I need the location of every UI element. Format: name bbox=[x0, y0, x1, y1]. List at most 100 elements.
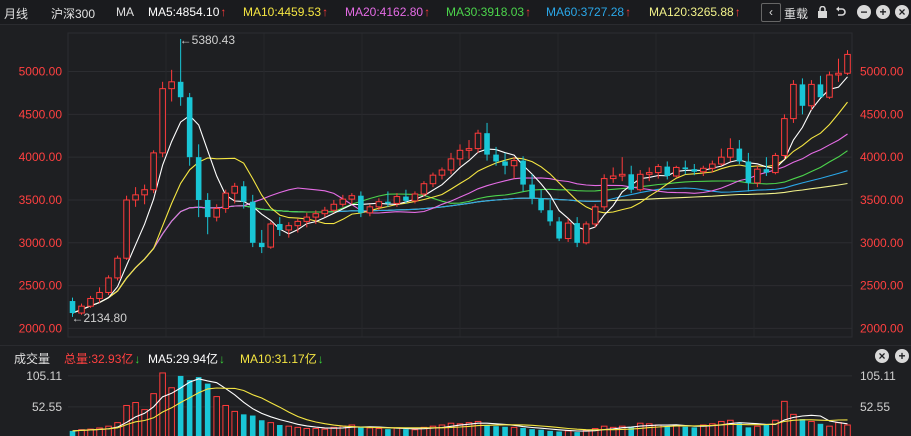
candle bbox=[636, 170, 644, 192]
candle bbox=[844, 50, 851, 75]
candle bbox=[817, 75, 824, 98]
candle-body bbox=[618, 173, 626, 177]
volume-ma5: MA5:29.94亿↓ bbox=[148, 352, 226, 366]
volume-bar bbox=[718, 420, 725, 436]
volume-total: 总量:32.93亿↓ bbox=[64, 352, 141, 366]
volume-bar bbox=[411, 429, 419, 436]
candle bbox=[538, 189, 544, 213]
volume-bar bbox=[736, 423, 743, 436]
candle bbox=[718, 148, 725, 166]
volume-bar bbox=[763, 424, 770, 436]
low-annotation: ←2134.80 bbox=[72, 311, 128, 325]
chevron-left-icon[interactable]: ‹ bbox=[761, 3, 781, 22]
candle-body bbox=[844, 53, 851, 74]
candle bbox=[366, 204, 374, 217]
lock-icon[interactable] bbox=[814, 4, 830, 20]
candle-body bbox=[358, 195, 364, 213]
add-indicator-icon[interactable]: + bbox=[895, 349, 909, 363]
candle-body bbox=[502, 161, 508, 166]
candle-body bbox=[438, 169, 446, 176]
candle bbox=[474, 129, 482, 153]
candle-body bbox=[204, 199, 211, 218]
candle bbox=[87, 295, 94, 308]
candle bbox=[700, 165, 707, 177]
zoom-in-icon[interactable]: + bbox=[876, 5, 890, 19]
candle-body bbox=[222, 192, 229, 210]
zoom-out-icon[interactable]: − bbox=[857, 5, 871, 19]
candle-body bbox=[727, 148, 734, 158]
candle-body bbox=[772, 154, 779, 174]
candle bbox=[556, 217, 562, 242]
volume-bar bbox=[672, 425, 680, 436]
candle-body bbox=[709, 163, 716, 169]
volume-bar bbox=[817, 423, 824, 436]
candle-body bbox=[105, 277, 112, 293]
candle-body bbox=[375, 201, 383, 208]
candle-body bbox=[447, 158, 455, 171]
candle-body bbox=[591, 206, 599, 225]
volume-grid bbox=[68, 375, 852, 408]
volume-tick-label: 105.11 bbox=[26, 369, 62, 383]
candle-body bbox=[781, 118, 788, 156]
candle-body bbox=[168, 81, 175, 90]
restore-button[interactable]: 重载 bbox=[784, 5, 808, 22]
candle bbox=[664, 161, 671, 180]
high-annotation: ←5380.43 bbox=[180, 33, 236, 47]
volume-bar bbox=[249, 415, 256, 436]
price-tick-label: 5000.00 bbox=[860, 65, 904, 79]
volume-bar bbox=[258, 420, 265, 436]
candle-body bbox=[240, 186, 247, 202]
candle-body bbox=[564, 222, 572, 240]
volume-bar bbox=[727, 419, 734, 436]
candle bbox=[727, 138, 734, 162]
volume-bar bbox=[564, 430, 572, 436]
close-chart-icon[interactable]: × bbox=[895, 5, 909, 19]
candle-body bbox=[403, 196, 409, 201]
candle-body bbox=[429, 174, 437, 185]
candle bbox=[520, 156, 526, 192]
price-tick-label: 2000.00 bbox=[19, 321, 63, 335]
volume-bar bbox=[168, 387, 175, 436]
volume-bar bbox=[213, 396, 220, 436]
candle-body bbox=[682, 167, 689, 170]
volume-bar bbox=[195, 377, 202, 436]
candle-body bbox=[114, 257, 121, 279]
candle-body bbox=[700, 167, 707, 173]
volume-chart[interactable]: 105.11 105.11 52.55 52.55 bbox=[0, 366, 911, 436]
candle-body bbox=[213, 208, 220, 218]
index-name[interactable]: 沪深300 bbox=[51, 5, 95, 22]
candle bbox=[159, 81, 166, 158]
candle-body bbox=[736, 148, 743, 162]
candle bbox=[420, 181, 428, 197]
undo-icon[interactable] bbox=[833, 4, 849, 20]
candle bbox=[195, 144, 202, 218]
candle bbox=[141, 184, 148, 205]
volume-bar bbox=[276, 424, 283, 436]
close-volume-icon[interactable]: × bbox=[875, 349, 889, 363]
price-tick-label: 5000.00 bbox=[19, 65, 63, 79]
candle-body bbox=[366, 206, 374, 214]
candle-body bbox=[754, 168, 761, 184]
candle bbox=[276, 217, 283, 236]
price-tick-label: 2500.00 bbox=[860, 279, 904, 293]
period-selector[interactable]: 月线 bbox=[4, 5, 28, 22]
price-tick-label: 4500.00 bbox=[19, 107, 63, 121]
candle bbox=[267, 221, 275, 249]
candlestick-chart[interactable]: 5000.00 4500.00 4000.00 3500.00 3000.00 2500.… bbox=[0, 25, 911, 345]
candle-body bbox=[312, 213, 320, 218]
volume-bar bbox=[799, 419, 806, 436]
candle-body bbox=[790, 83, 797, 120]
candle bbox=[114, 255, 121, 281]
volume-bar bbox=[222, 404, 229, 436]
indicator-selector[interactable]: MA bbox=[116, 5, 134, 19]
candle bbox=[285, 222, 293, 238]
candle-body bbox=[654, 166, 662, 174]
volume-title[interactable]: 成交量 bbox=[14, 350, 50, 367]
candle bbox=[339, 194, 347, 207]
ma30-value: MA30:3918.03↑ bbox=[446, 5, 532, 19]
candle-body bbox=[96, 291, 103, 299]
candle bbox=[600, 174, 608, 211]
candle-body bbox=[321, 209, 329, 215]
candle-body bbox=[529, 184, 535, 199]
volume-bar bbox=[159, 372, 166, 436]
